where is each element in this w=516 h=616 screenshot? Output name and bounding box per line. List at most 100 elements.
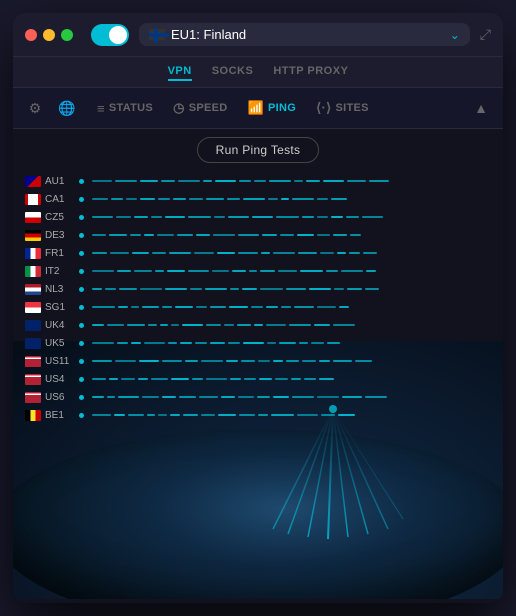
- ping-bar: [92, 324, 104, 326]
- close-button[interactable]: [25, 29, 37, 41]
- content-area: Run Ping Tests AU1 CA1 CZ5 DE3 FR1 IT2 NL3 SG1 U…: [13, 129, 503, 599]
- server-row[interactable]: CA1: [25, 191, 491, 207]
- protocol-tabs: VPN SOCKS HTTP PROXY: [13, 57, 503, 88]
- tab-speed[interactable]: ◷ SPEED: [165, 96, 235, 120]
- tab-http-proxy[interactable]: HTTP PROXY: [273, 63, 348, 81]
- server-row[interactable]: US11: [25, 353, 491, 369]
- server-row[interactable]: CZ5: [25, 209, 491, 225]
- server-code-label: NL3: [45, 284, 75, 295]
- vpn-toggle[interactable]: [91, 24, 129, 46]
- ping-bar: [254, 180, 266, 182]
- traffic-lights: [25, 29, 73, 41]
- expand-icon[interactable]: ⤢: [480, 26, 491, 43]
- ping-bar: [115, 360, 136, 362]
- ping-bar: [257, 396, 270, 398]
- ping-indicator-dot: [79, 251, 84, 256]
- tab-ping[interactable]: 📶 PING: [240, 96, 305, 120]
- ping-bar: [215, 180, 236, 182]
- ping-bar: [178, 180, 200, 182]
- ping-bar: [254, 324, 263, 326]
- maximize-button[interactable]: [61, 29, 73, 41]
- ping-bars: [88, 396, 491, 398]
- server-code-label: BE1: [45, 410, 75, 421]
- ping-bar: [177, 234, 193, 236]
- minimize-button[interactable]: [43, 29, 55, 41]
- ping-bar: [210, 342, 226, 344]
- ping-indicator-dot: [79, 413, 84, 418]
- server-row[interactable]: SG1: [25, 299, 491, 315]
- server-row[interactable]: DE3: [25, 227, 491, 243]
- server-row[interactable]: US4: [25, 371, 491, 387]
- ping-bar: [228, 342, 240, 344]
- server-row[interactable]: US6: [25, 389, 491, 405]
- ping-bars: [88, 288, 491, 290]
- ping-bar: [180, 342, 193, 344]
- ping-bars: [88, 234, 491, 236]
- tab-socks[interactable]: SOCKS: [212, 63, 254, 81]
- server-row[interactable]: NL3: [25, 281, 491, 297]
- ping-bar: [121, 378, 136, 380]
- ping-bar: [185, 360, 198, 362]
- ping-bar: [228, 216, 249, 218]
- ping-bar: [341, 270, 363, 272]
- ping-bar: [297, 234, 314, 236]
- settings-icons: ⚙ 🌐: [21, 94, 81, 122]
- ping-bar: [92, 342, 114, 344]
- server-code-label: SG1: [45, 302, 75, 313]
- ping-bar: [319, 378, 333, 380]
- ping-bar: [189, 198, 203, 200]
- ping-bar: [230, 378, 241, 380]
- ping-bar: [317, 306, 337, 308]
- ping-bar: [227, 198, 240, 200]
- ping-bar: [261, 252, 270, 254]
- ping-bar: [171, 378, 189, 380]
- server-row[interactable]: FR1: [25, 245, 491, 261]
- status-icon: ≡: [97, 101, 105, 116]
- ping-bar: [242, 288, 257, 290]
- tab-vpn[interactable]: VPN: [168, 63, 192, 81]
- tab-status[interactable]: ≡ STATUS: [89, 97, 161, 120]
- ping-bar: [302, 216, 314, 218]
- ping-bar: [115, 180, 138, 182]
- ping-bar: [92, 216, 113, 218]
- ping-bar: [109, 234, 126, 236]
- ping-bar: [107, 396, 115, 398]
- ping-bar: [342, 396, 363, 398]
- server-code-label: US6: [45, 392, 75, 403]
- server-selector[interactable]: EU1: Finland ⌄: [139, 23, 470, 46]
- globe-button[interactable]: 🌐: [53, 94, 81, 122]
- ping-bar: [333, 234, 347, 236]
- ping-bar: [302, 360, 316, 362]
- ping-bar: [201, 360, 224, 362]
- server-row[interactable]: BE1: [25, 407, 491, 423]
- server-row[interactable]: UK5: [25, 335, 491, 351]
- ping-bar: [347, 180, 366, 182]
- ping-bar: [140, 198, 155, 200]
- server-code-label: US11: [45, 356, 75, 367]
- tab-sites[interactable]: ⟨·⟩ SITES: [308, 96, 377, 120]
- ping-bar: [243, 342, 265, 344]
- ping-bar: [214, 216, 226, 218]
- server-flag-icon: [25, 392, 41, 403]
- speed-icon: ◷: [173, 100, 185, 116]
- server-row[interactable]: AU1: [25, 173, 491, 189]
- ping-bar: [131, 306, 139, 308]
- server-row[interactable]: IT2: [25, 263, 491, 279]
- ping-bar: [239, 180, 251, 182]
- ping-bar: [183, 414, 198, 416]
- settings-gear-button[interactable]: ⚙: [21, 94, 49, 122]
- ping-bar: [326, 270, 338, 272]
- toggle-switch[interactable]: [91, 24, 129, 46]
- run-ping-tests-button[interactable]: Run Ping Tests: [197, 137, 320, 163]
- server-row[interactable]: UK4: [25, 317, 491, 333]
- ping-bars: [88, 378, 491, 380]
- ping-bar: [169, 252, 191, 254]
- ping-indicator-dot: [79, 323, 84, 328]
- ping-bar: [130, 234, 142, 236]
- ping-bar: [339, 306, 348, 308]
- ping-bar: [142, 396, 159, 398]
- collapse-button[interactable]: ▲: [467, 94, 495, 122]
- ping-bar: [155, 270, 163, 272]
- server-code-label: US4: [45, 374, 75, 385]
- ping-bar: [206, 324, 221, 326]
